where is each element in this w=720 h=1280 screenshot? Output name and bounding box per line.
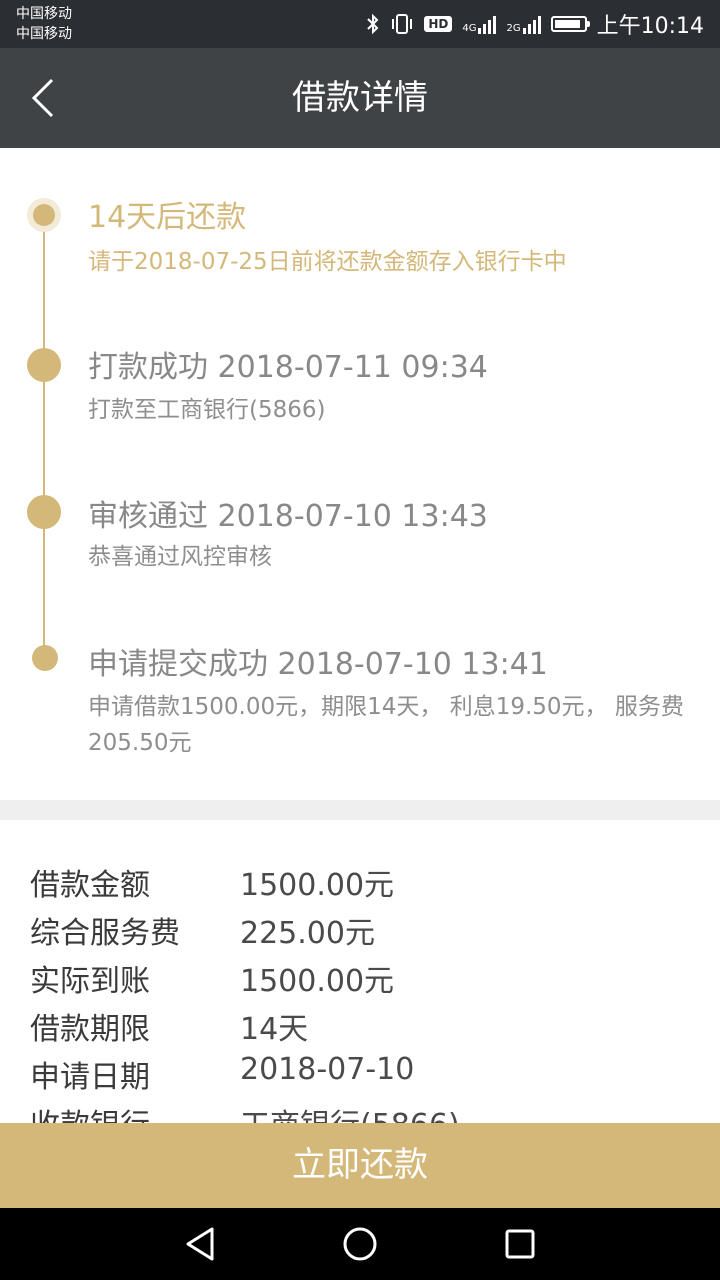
timeline-line bbox=[43, 220, 45, 660]
battery-level bbox=[554, 20, 580, 28]
timeline-dot-active bbox=[33, 204, 55, 226]
detail-value: 工商银行(5866) bbox=[240, 1100, 460, 1123]
detail-value: 225.00元 bbox=[240, 916, 375, 951]
timeline-subtitle: 打款至工商银行(5866) bbox=[88, 397, 326, 423]
recents-square-icon bbox=[505, 1229, 535, 1259]
detail-label: 收款银行 bbox=[30, 1100, 150, 1123]
detail-value: 2018-07-10 bbox=[240, 1052, 415, 1087]
signal-icon: 4G bbox=[462, 14, 497, 34]
system-nav-bar bbox=[0, 1208, 720, 1280]
loan-details: 借款金额 1500.00元 综合服务费 225.00元 实际到账 1500.00… bbox=[0, 820, 720, 1123]
bluetooth-icon bbox=[367, 13, 379, 35]
repay-now-button[interactable]: 立即还款 bbox=[0, 1123, 720, 1208]
chevron-left-icon bbox=[31, 78, 54, 118]
carrier-1: 中国移动 bbox=[16, 6, 72, 22]
detail-label: 借款期限 bbox=[30, 1012, 150, 1047]
timeline-subtitle: 恭喜通过风控审核 bbox=[88, 544, 272, 570]
timeline-title: 申请提交成功 2018-07-10 13:41 bbox=[88, 647, 548, 682]
detail-value: 1500.00元 bbox=[240, 964, 395, 999]
nav-back-button[interactable] bbox=[180, 1224, 220, 1264]
detail-value: 14天 bbox=[240, 1012, 309, 1047]
timeline-subtitle: 申请借款1500.00元，期限14天， 利息19.50元， 服务费205.50元 bbox=[88, 694, 684, 756]
section-divider bbox=[0, 800, 720, 820]
app-header: 借款详情 bbox=[0, 48, 720, 148]
home-circle-icon bbox=[343, 1227, 377, 1261]
status-icons: HD 4G 2G 上午10:14 bbox=[366, 8, 704, 40]
signal-icon: 2G bbox=[506, 14, 541, 34]
detail-label: 实际到账 bbox=[30, 964, 150, 999]
loan-timeline: 14天后还款 请于2018-07-25日前将还款金额存入银行卡中 打款成功 20… bbox=[0, 148, 720, 800]
hd-badge: HD bbox=[424, 16, 453, 32]
detail-label: 综合服务费 bbox=[30, 916, 180, 951]
timeline-title: 14天后还款 bbox=[88, 200, 247, 235]
timeline-dot bbox=[27, 348, 61, 382]
clock: 上午10:14 bbox=[596, 14, 704, 39]
battery-icon bbox=[550, 16, 590, 32]
page-title: 借款详情 bbox=[292, 78, 428, 118]
nav-home-button[interactable] bbox=[340, 1224, 380, 1264]
timeline-dot bbox=[32, 645, 58, 671]
nav-recents-button[interactable] bbox=[500, 1224, 540, 1264]
timeline-title: 打款成功 2018-07-11 09:34 bbox=[88, 350, 488, 385]
timeline-subtitle: 请于2018-07-25日前将还款金额存入银行卡中 bbox=[88, 249, 567, 275]
detail-label: 借款金额 bbox=[30, 868, 150, 903]
network-type-1: 4G bbox=[462, 23, 477, 34]
timeline-title: 审核通过 2018-07-10 13:43 bbox=[88, 499, 488, 534]
carrier-2: 中国移动 bbox=[16, 26, 72, 42]
status-bar: 中国移动 中国移动 HD 4G 2G 上午10:14 bbox=[0, 0, 720, 48]
vibrate-icon bbox=[392, 14, 413, 34]
back-button[interactable] bbox=[18, 73, 68, 123]
detail-value: 1500.00元 bbox=[240, 868, 395, 903]
network-type-2: 2G bbox=[506, 23, 521, 34]
detail-label: 申请日期 bbox=[30, 1060, 150, 1095]
carrier-info: 中国移动 中国移动 bbox=[16, 4, 72, 44]
timeline-dot bbox=[27, 495, 61, 529]
back-triangle-icon bbox=[186, 1227, 214, 1261]
